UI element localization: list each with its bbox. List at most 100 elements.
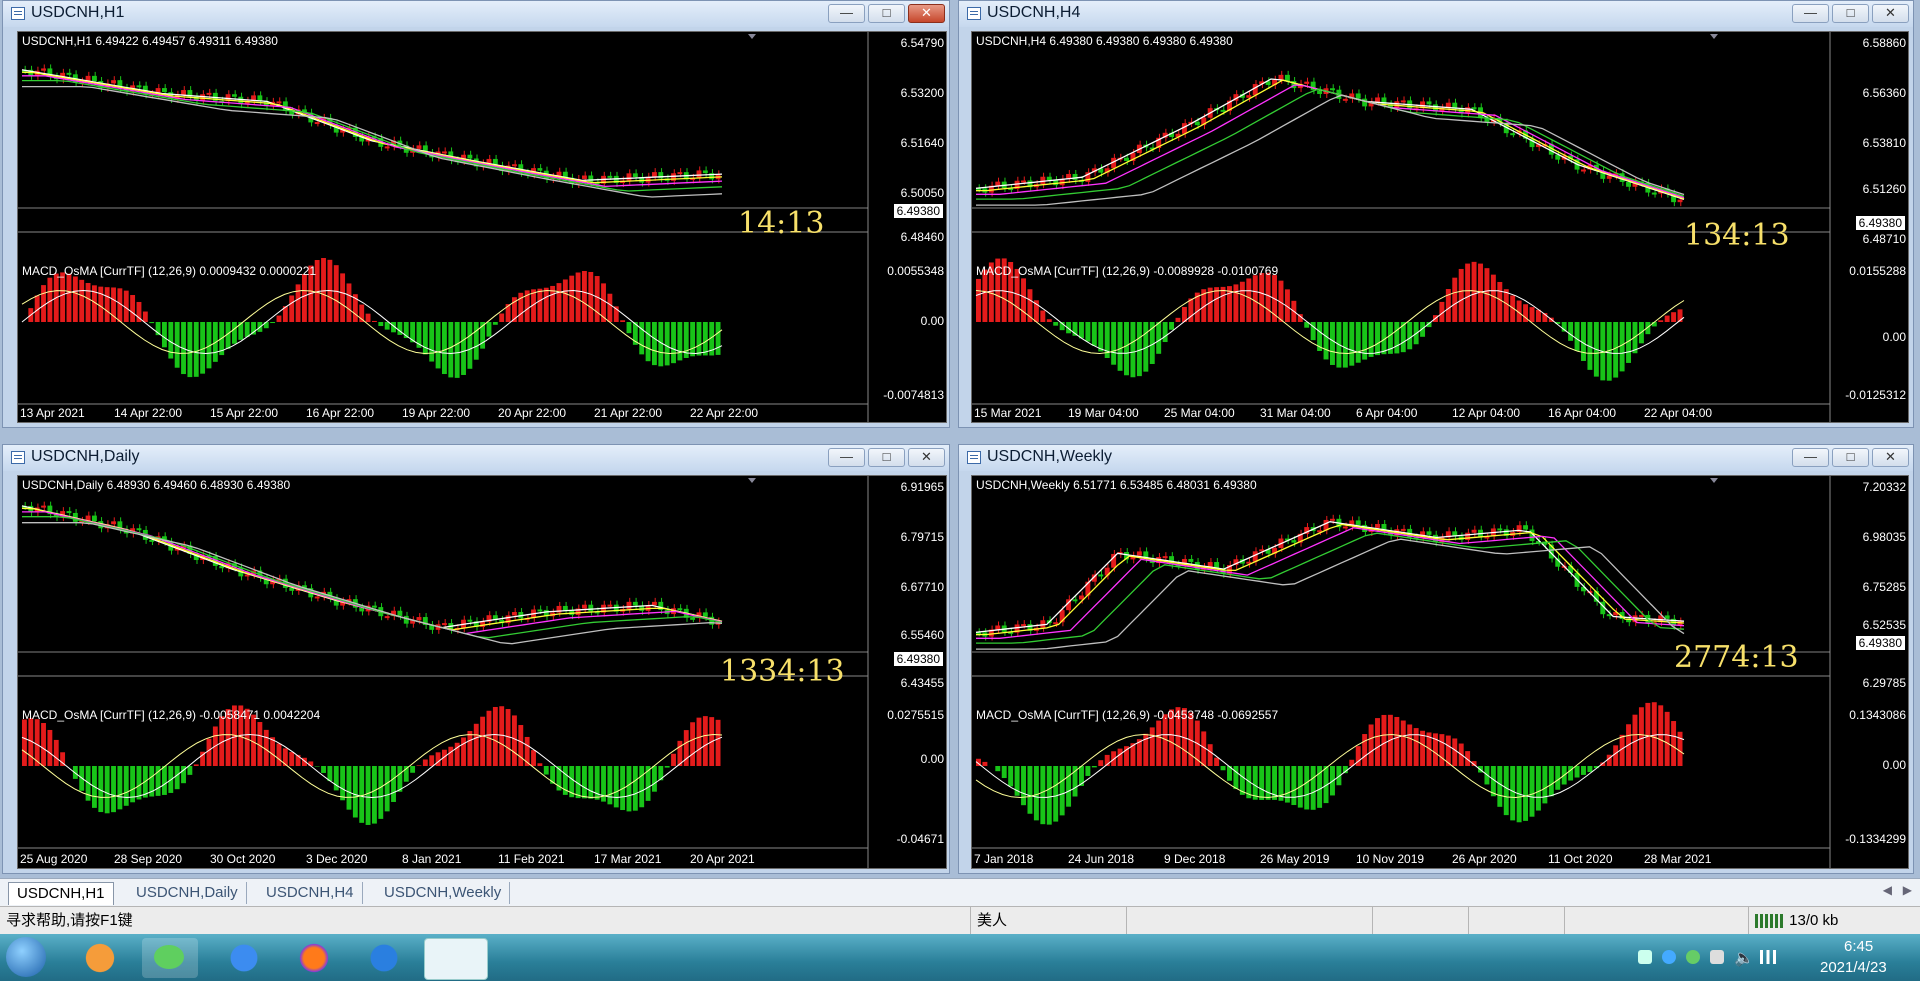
- candle-body: [416, 617, 422, 621]
- chart-area[interactable]: USDCNH,H4 6.49380 6.49380 6.49380 6.4938…: [971, 31, 1909, 423]
- macd-histogram-bar: [206, 738, 212, 766]
- macd-histogram-bar: [1149, 727, 1155, 766]
- window-titlebar[interactable]: USDCNH,H4 — □ ✕: [959, 1, 1913, 27]
- candle-body: [1510, 133, 1516, 136]
- minimize-button[interactable]: —: [828, 4, 865, 23]
- price-label: 6.91965: [900, 480, 944, 494]
- macd-histogram-bar: [1497, 281, 1503, 322]
- status-traffic: 13/0 kb: [1748, 907, 1920, 935]
- maximize-button[interactable]: □: [868, 4, 905, 23]
- tray-icon[interactable]: [1662, 950, 1676, 964]
- candle-body: [562, 605, 568, 611]
- candle-body: [1375, 97, 1380, 102]
- macd-histogram-bar: [569, 275, 575, 322]
- tab-usdcnh-weekly[interactable]: USDCNH,Weekly: [376, 882, 511, 904]
- time-axis-label: 25 Aug 2020: [20, 852, 88, 866]
- macd-histogram-bar: [321, 766, 326, 773]
- candle-body: [626, 601, 632, 610]
- chart-shift-marker: [748, 34, 756, 39]
- macd-histogram-bar: [1523, 766, 1529, 821]
- macd-histogram-bar: [1638, 707, 1644, 766]
- macd-histogram-bar: [652, 322, 657, 366]
- status-cell: [1372, 907, 1469, 935]
- window-titlebar[interactable]: USDCNH,Daily — □ ✕: [3, 445, 949, 471]
- chart-window-h1[interactable]: USDCNH,H1 — □ ✕ USDCNH,H1 6.49422 6.4945…: [2, 0, 950, 428]
- macd-histogram-bar: [1465, 263, 1471, 322]
- minimize-button[interactable]: —: [1792, 4, 1829, 23]
- clock-time[interactable]: 6:45: [1844, 938, 1873, 955]
- macd-histogram-bar: [117, 766, 123, 810]
- note-taskbar-icon[interactable]: [216, 938, 272, 978]
- chart-window-weekly[interactable]: USDCNH,Weekly — □ ✕ USDCNH,Weekly 6.5177…: [958, 444, 1914, 874]
- macd-histogram-bar: [53, 739, 59, 766]
- chart-area[interactable]: USDCNH,Daily 6.48930 6.49460 6.48930 6.4…: [17, 475, 947, 869]
- tab-usdcnh-daily[interactable]: USDCNH,Daily: [128, 882, 247, 904]
- candle-body: [1465, 532, 1471, 541]
- close-button[interactable]: ✕: [1872, 4, 1909, 23]
- maximize-button[interactable]: □: [1832, 448, 1869, 467]
- candle-timer: 1334:13: [720, 654, 845, 689]
- macd-histogram-bar: [677, 322, 683, 361]
- chart-area[interactable]: USDCNH,H1 6.49422 6.49457 6.49311 6.4938…: [17, 31, 947, 423]
- macd-histogram-bar: [976, 278, 981, 322]
- close-button[interactable]: ✕: [1872, 448, 1909, 467]
- macd-histogram-bar: [1362, 322, 1368, 360]
- close-button[interactable]: ✕: [908, 448, 945, 467]
- firefox-taskbar-icon[interactable]: [286, 938, 342, 978]
- status-profile[interactable]: 美人: [970, 907, 1127, 935]
- macd-histogram-bar: [422, 759, 428, 766]
- chart-window-h4[interactable]: USDCNH,H4 — □ ✕ USDCNH,H4 6.49380 6.4938…: [958, 0, 1914, 428]
- macd-histogram-bar: [1091, 322, 1097, 346]
- macd-histogram-bar: [302, 274, 307, 322]
- chart-window-icon: [967, 7, 981, 20]
- mdi-workspace: USDCNH,H1 — □ ✕ USDCNH,H1 6.49422 6.4945…: [0, 0, 1920, 878]
- app-taskbar-icon[interactable]: [356, 938, 412, 978]
- macd-histogram-bar: [384, 322, 390, 330]
- system-tray: 🔈 6:45 2021/4/23: [1630, 934, 1920, 981]
- chart-area[interactable]: USDCNH,Weekly 6.51771 6.53485 6.48031 6.…: [971, 475, 1909, 869]
- macd-histogram-bar: [1587, 766, 1593, 773]
- start-button-icon[interactable]: [6, 937, 46, 977]
- macd-histogram-bar: [1027, 766, 1033, 814]
- macd-histogram-bar: [1503, 289, 1509, 322]
- macd-histogram-bar: [41, 723, 46, 766]
- macd-histogram-bar: [1471, 261, 1477, 322]
- chart-window-daily[interactable]: USDCNH,Daily — □ ✕ USDCNH,Daily 6.48930 …: [2, 444, 950, 874]
- macd-histogram-bar: [232, 322, 237, 344]
- tray-icon[interactable]: [1710, 950, 1724, 964]
- browser-taskbar-icon[interactable]: [72, 938, 128, 978]
- tab-usdcnh-h1[interactable]: USDCNH,H1: [8, 882, 114, 905]
- volume-icon[interactable]: 🔈: [1734, 948, 1754, 968]
- candle-body: [1400, 528, 1406, 531]
- window-titlebar[interactable]: USDCNH,H1 — □ ✕: [3, 1, 949, 27]
- macd-histogram-bar: [79, 279, 85, 322]
- window-titlebar[interactable]: USDCNH,Weekly — □ ✕: [959, 445, 1913, 471]
- tab-scroll-right-icon[interactable]: ▶: [1903, 883, 1912, 897]
- macd-indicator-label: MACD_OsMA [CurrTF] (12,26,9) -0.0058471 …: [22, 708, 321, 722]
- macd-histogram-bar: [384, 766, 390, 812]
- macd-histogram-bar: [486, 322, 492, 337]
- time-axis-label: 22 Apr 22:00: [690, 406, 759, 420]
- time-axis-label: 24 Jun 2018: [1068, 852, 1135, 866]
- tab-usdcnh-h4[interactable]: USDCNH,H4: [258, 882, 363, 904]
- mt4-taskbar-icon[interactable]: [424, 938, 488, 980]
- clock-date[interactable]: 2021/4/23: [1820, 959, 1887, 976]
- candle-body: [162, 88, 167, 93]
- macd-histogram-bar: [492, 706, 498, 766]
- network-icon[interactable]: [1760, 950, 1776, 964]
- macd-histogram-bar: [60, 272, 66, 322]
- tray-icon[interactable]: [1638, 950, 1652, 964]
- macd-histogram-bar: [1458, 268, 1464, 322]
- close-button[interactable]: ✕: [908, 4, 945, 23]
- minimize-button[interactable]: —: [1792, 448, 1829, 467]
- maximize-button[interactable]: □: [1832, 4, 1869, 23]
- macd-histogram-bar: [454, 322, 460, 378]
- minimize-button[interactable]: —: [828, 448, 865, 467]
- wechat-taskbar-icon[interactable]: [142, 938, 198, 978]
- candle-body: [1304, 81, 1310, 84]
- current-price-label: 6.49380: [1855, 636, 1905, 650]
- maximize-button[interactable]: □: [868, 448, 905, 467]
- tab-scroll-left-icon[interactable]: ◀: [1883, 883, 1892, 897]
- tray-icon[interactable]: [1686, 950, 1700, 964]
- macd-histogram-bar: [518, 725, 524, 766]
